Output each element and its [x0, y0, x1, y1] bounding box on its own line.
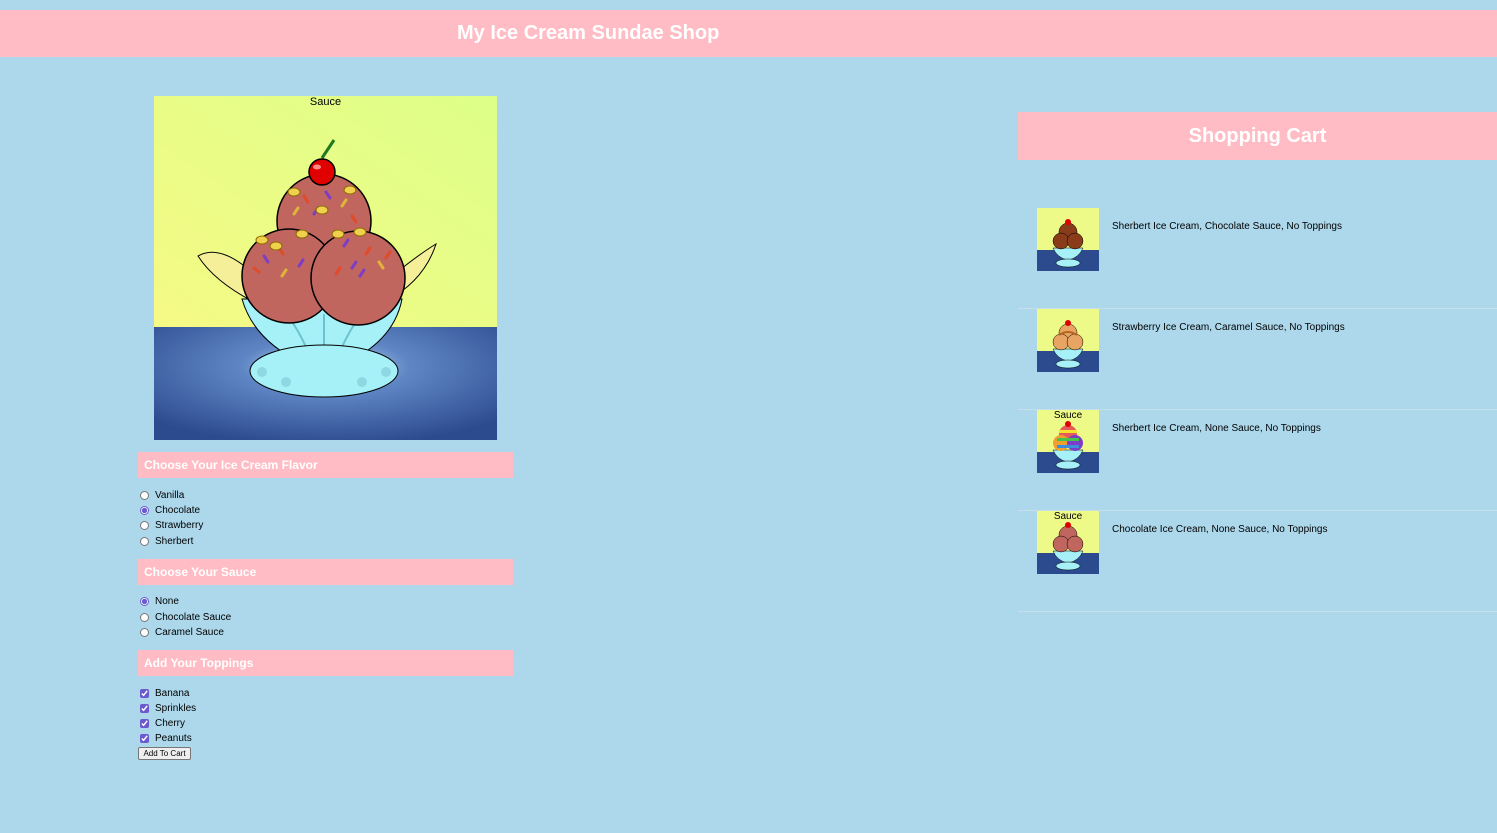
topping-label: Cherry: [155, 717, 186, 729]
sundae-illustration: [154, 96, 497, 440]
preview-alt-text: Sauce: [309, 96, 342, 108]
sauce-label: None: [155, 595, 179, 607]
cart-item-description: Sherbert Ice Cream, Chocolate Sauce, No …: [1112, 221, 1342, 232]
topping-option-sprinkles[interactable]: Sprinkles: [140, 701, 196, 715]
cart-item: Sauce Sherbert Ice Cream, None Sauce, No…: [1018, 410, 1497, 511]
topping-checkbox-sprinkles[interactable]: [140, 703, 149, 713]
cart-item-description: Sherbert Ice Cream, None Sauce, No Toppi…: [1112, 423, 1321, 434]
cart-item-description: Strawberry Ice Cream, Caramel Sauce, No …: [1112, 322, 1345, 333]
toppings-section-heading: Add Your Toppings: [138, 650, 513, 676]
sauce-radio-chocolate[interactable]: [140, 612, 149, 622]
flavor-option-vanilla[interactable]: Vanilla: [140, 488, 184, 502]
topping-label: Peanuts: [155, 732, 192, 744]
flavor-radio-vanilla[interactable]: [140, 490, 149, 500]
cart-item-thumbnail: Sauce: [1037, 410, 1099, 473]
cart-title: Shopping Cart: [1188, 125, 1327, 147]
flavor-label: Strawberry: [155, 519, 204, 531]
cart-header: Shopping Cart: [1018, 112, 1497, 160]
cart-item-alt-text: Sauce: [1053, 410, 1083, 421]
sauce-label: Chocolate Sauce: [155, 611, 232, 623]
flavor-radio-chocolate[interactable]: [140, 505, 149, 515]
cart-item: Sherbert Ice Cream, Chocolate Sauce, No …: [1018, 208, 1497, 309]
cart-item: Sauce Chocolate Ice Cream, None Sauce, N…: [1018, 511, 1497, 612]
cart-item-thumbnail: [1037, 208, 1099, 271]
topping-option-cherry[interactable]: Cherry: [140, 716, 185, 730]
flavor-section-heading: Choose Your Ice Cream Flavor: [138, 452, 513, 478]
flavor-radio-sherbert[interactable]: [140, 536, 149, 546]
cart-item-alt-text: Sauce: [1053, 511, 1083, 522]
sauce-option-caramel[interactable]: Caramel Sauce: [140, 625, 224, 639]
sauce-option-chocolate[interactable]: Chocolate Sauce: [140, 610, 231, 624]
flavor-radio-strawberry[interactable]: [140, 520, 149, 530]
topping-checkbox-peanuts[interactable]: [140, 733, 149, 743]
flavor-label: Vanilla: [155, 489, 185, 501]
topping-label: Banana: [155, 687, 190, 699]
topping-label: Sprinkles: [155, 702, 197, 714]
flavor-option-sherbert[interactable]: Sherbert: [140, 534, 193, 548]
topping-checkbox-cherry[interactable]: [140, 718, 149, 728]
sauce-section-heading: Choose Your Sauce: [138, 559, 513, 585]
add-to-cart-button[interactable]: Add To Cart: [138, 747, 191, 760]
topping-option-banana[interactable]: Banana: [140, 686, 189, 700]
cart-item-description: Chocolate Ice Cream, None Sauce, No Topp…: [1112, 524, 1328, 535]
flavor-label: Chocolate: [155, 504, 201, 516]
sundae-preview-image: Sauce: [154, 96, 497, 440]
flavor-option-strawberry[interactable]: Strawberry: [140, 518, 203, 532]
flavor-label: Sherbert: [155, 535, 194, 547]
page-title: My Ice Cream Sundae Shop: [457, 22, 720, 44]
sauce-label: Caramel Sauce: [155, 626, 224, 638]
sauce-radio-none[interactable]: [140, 596, 149, 606]
topping-option-peanuts[interactable]: Peanuts: [140, 731, 192, 745]
cart-item: Strawberry Ice Cream, Caramel Sauce, No …: [1018, 309, 1497, 410]
topping-checkbox-banana[interactable]: [140, 688, 149, 698]
cart-item-thumbnail: [1037, 309, 1099, 372]
sauce-option-none[interactable]: None: [140, 594, 179, 608]
flavor-option-chocolate[interactable]: Chocolate: [140, 503, 200, 517]
page-header: My Ice Cream Sundae Shop: [0, 10, 1497, 57]
sauce-radio-caramel[interactable]: [140, 627, 149, 637]
cart-item-thumbnail: Sauce: [1037, 511, 1099, 574]
